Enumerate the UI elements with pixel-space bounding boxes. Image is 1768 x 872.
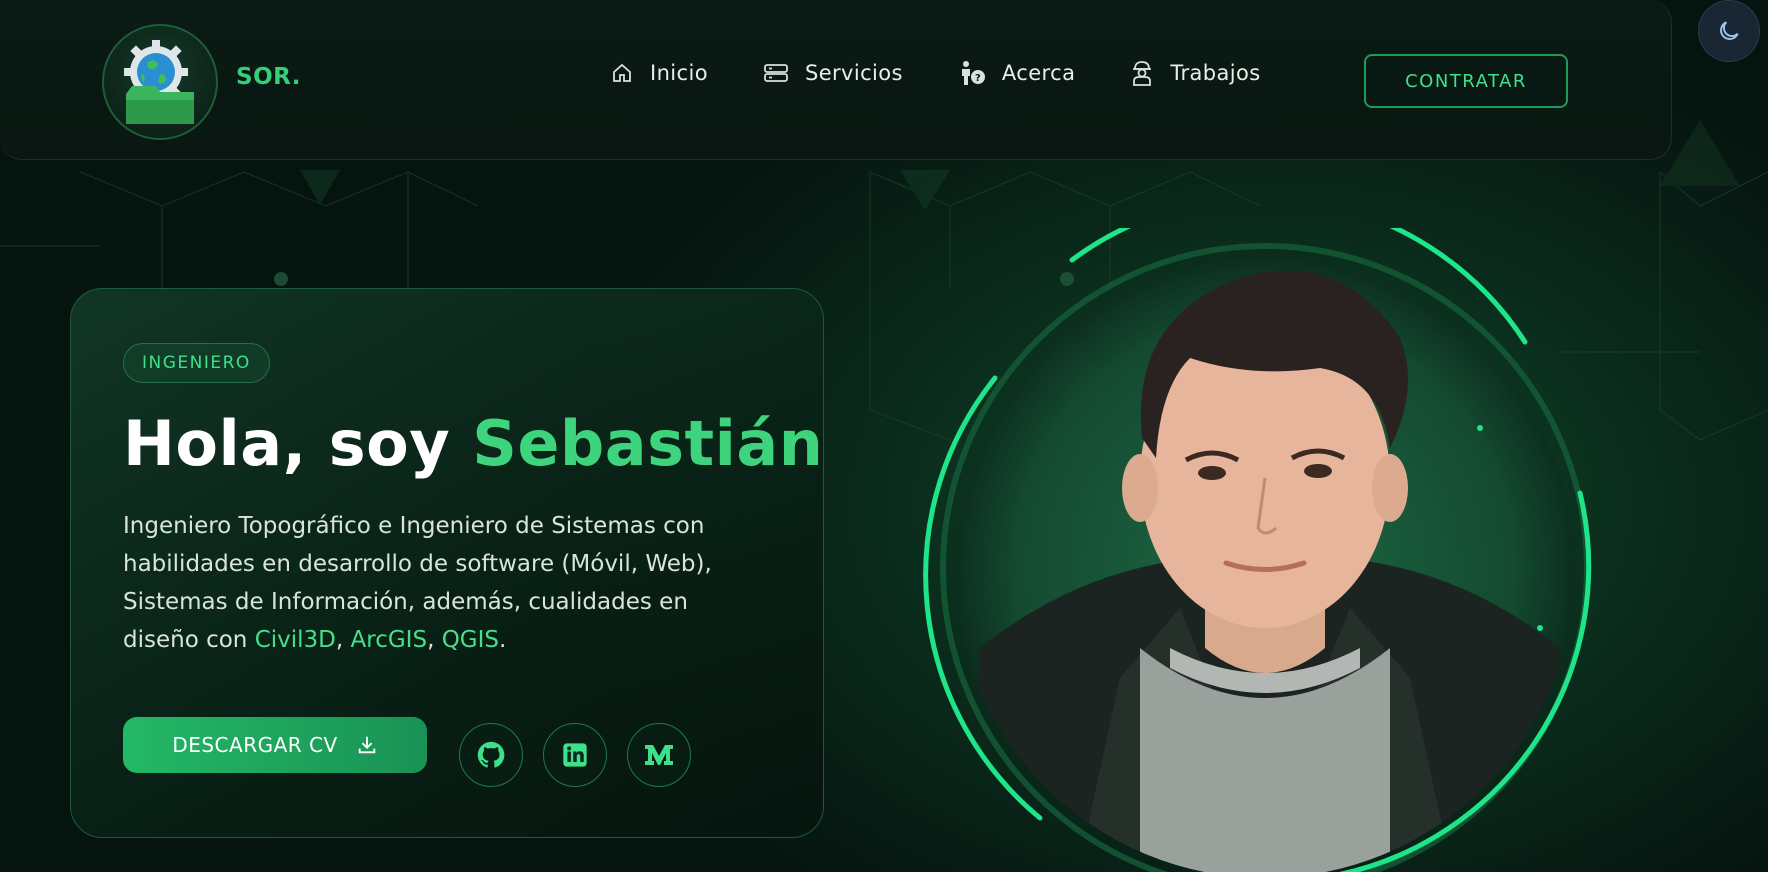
linkedin-link[interactable] (543, 723, 607, 787)
nav-item-inicio[interactable]: Inicio (610, 61, 708, 85)
main-nav: Inicio Servicios ? Acerca Trabajos (610, 60, 1316, 86)
download-cv-label: DESCARGAR CV (172, 733, 338, 757)
role-badge: INGENIERO (123, 343, 270, 383)
contratar-button[interactable]: CONTRATAR (1364, 54, 1568, 108)
globe-gear-logo-icon (124, 40, 194, 124)
nav-label-servicios: Servicios (804, 61, 903, 85)
person-question-icon: ? (961, 61, 985, 85)
moon-icon (1720, 21, 1739, 40)
page: SOR. Inicio Servicios ? Acerca Trabajos … (0, 0, 1768, 872)
theme-toggle-button[interactable] (1698, 0, 1760, 62)
medium-icon (645, 745, 673, 765)
portrait-illustration (923, 195, 1592, 872)
logo[interactable] (102, 24, 218, 140)
hero-card: INGENIERO Hola, soy Sebastián Ingeniero … (70, 288, 824, 838)
hero-description: Ingeniero Topográfico e Ingeniero de Sis… (123, 507, 763, 659)
hero-greeting: Hola, soy (123, 407, 473, 480)
github-icon (477, 741, 505, 768)
svg-text:?: ? (975, 73, 981, 84)
separator: , (335, 627, 351, 653)
home-icon (613, 63, 631, 82)
server-icon (764, 64, 788, 82)
nav-item-trabajos[interactable]: Trabajos (1130, 60, 1260, 86)
top-navbar: SOR. Inicio Servicios ? Acerca Trabajos … (0, 0, 1672, 160)
nav-label-acerca: Acerca (1001, 61, 1076, 85)
nav-item-acerca[interactable]: ? Acerca (958, 60, 1075, 86)
hero-name: Sebastián (472, 407, 824, 480)
separator: , (427, 627, 442, 653)
nav-label-trabajos: Trabajos (1170, 61, 1261, 85)
download-icon (358, 736, 375, 754)
worker-icon (1133, 61, 1152, 86)
brand-name[interactable]: SOR. (236, 64, 301, 90)
tool-arcgis: ArcGIS (350, 627, 428, 653)
nav-label-inicio: Inicio (650, 61, 708, 85)
nav-item-servicios[interactable]: Servicios (763, 61, 903, 85)
tool-qgis: QGIS (441, 627, 499, 653)
linkedin-icon (563, 743, 587, 767)
github-link[interactable] (459, 723, 523, 787)
profile-portrait (920, 195, 1600, 872)
medium-link[interactable] (627, 723, 691, 787)
description-end: . (499, 627, 507, 653)
tool-civil3d: Civil3D (254, 627, 336, 653)
hero-title: Hola, soy Sebastián (123, 407, 823, 480)
download-cv-button[interactable]: DESCARGAR CV (123, 717, 427, 773)
